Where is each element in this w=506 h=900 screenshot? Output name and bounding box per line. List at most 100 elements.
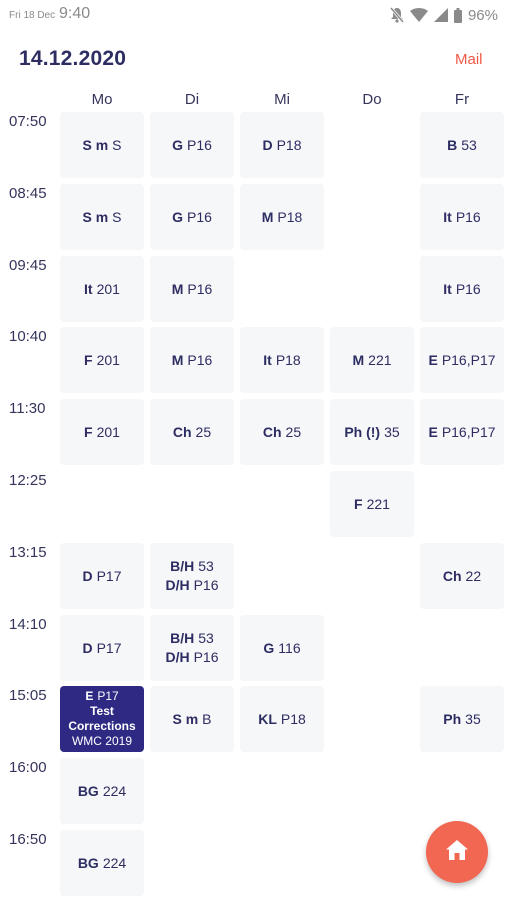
lesson-cell[interactable]: BG 224 [60, 758, 144, 824]
lesson-line: M 221 [352, 351, 391, 370]
status-bar: Fri 18 Dec 9:40 96% [0, 0, 506, 30]
day-header-di: Di [184, 91, 200, 108]
lesson-subject: F [354, 495, 363, 512]
lesson-subject: E [85, 689, 94, 703]
lesson-subject: KL [258, 710, 277, 727]
lesson-cell[interactable]: S mS [60, 112, 144, 178]
lesson-line: Ch 22 [443, 567, 481, 586]
lesson-room: P16 [455, 280, 481, 297]
time-label: 11:30 [9, 400, 46, 417]
day-header-mi: Mi [274, 91, 290, 108]
lesson-cell[interactable]: Ch 22 [420, 543, 504, 609]
lesson-cell[interactable]: E P16,P17 [420, 399, 504, 465]
time-label: 09:45 [9, 257, 47, 274]
lesson-line: F 201 [84, 423, 120, 442]
lesson-cell[interactable]: Ph (!) 35 [330, 399, 414, 465]
lesson-room: P16 [193, 577, 219, 593]
lesson-subject: It [84, 280, 93, 297]
lesson-cell[interactable]: Ch 25 [150, 399, 234, 465]
lesson-cell[interactable]: It P16 [420, 256, 504, 322]
lesson-cell[interactable]: F 221 [330, 471, 414, 537]
lesson-subject: F [84, 351, 93, 368]
lesson-room: P16,P17 [441, 423, 496, 440]
lesson-cell[interactable]: D P18 [240, 112, 324, 178]
lesson-room: 25 [285, 423, 302, 440]
lesson-room: 221 [366, 495, 390, 512]
battery-percent: 96% [467, 6, 498, 24]
mail-link[interactable]: Mail [455, 51, 483, 68]
lesson-line: G P16 [172, 136, 212, 155]
lesson-cell[interactable]: Ph 35 [420, 686, 504, 752]
lesson-line: D/H P16 [165, 648, 218, 667]
lesson-cell[interactable]: B 53 [420, 112, 504, 178]
lesson-subject: M [261, 208, 274, 225]
lesson-cell[interactable]: It P16 [420, 184, 504, 250]
lesson-cell[interactable]: M P18 [240, 184, 324, 250]
lesson-subject: D [262, 136, 273, 153]
lesson-line: Ch 25 [263, 423, 301, 442]
lesson-line: It 201 [84, 280, 120, 299]
lesson-cell[interactable]: S mS [60, 184, 144, 250]
lesson-room: P16,P17 [441, 351, 496, 368]
time-label: 16:50 [9, 831, 47, 848]
lesson-cell[interactable]: G P16 [150, 112, 234, 178]
lesson-extra: WMC 2019 [71, 734, 133, 748]
lesson-line: D P17 [82, 567, 121, 586]
status-date: Fri 18 Dec [9, 10, 56, 21]
lesson-cell[interactable]: M P16 [150, 256, 234, 322]
lesson-subject: S m [82, 208, 109, 225]
lesson-line: M P16 [172, 280, 213, 299]
lesson-cell[interactable]: Ch 25 [240, 399, 324, 465]
lesson-room: P17 [96, 567, 122, 584]
lesson-cell[interactable]: G 116 [240, 615, 324, 681]
status-time: 9:40 [59, 5, 91, 22]
lesson-cell[interactable]: F 201 [60, 327, 144, 393]
lesson-room: 201 [96, 351, 120, 368]
lesson-subject: D [82, 567, 93, 584]
status-icons: 96% [389, 5, 498, 25]
time-label: 16:00 [9, 759, 47, 776]
lesson-cell[interactable]: B/H 53 D/H P16 [150, 615, 234, 681]
lesson-cell[interactable]: M P16 [150, 327, 234, 393]
day-header-fr: Fr [454, 91, 470, 108]
lesson-cell[interactable]: KL P18 [240, 686, 324, 752]
lesson-room: 53 [198, 558, 214, 574]
lesson-subject: Ch [172, 423, 192, 440]
time-label: 10:40 [9, 328, 47, 345]
lesson-line: D P18 [262, 136, 301, 155]
lesson-note: Corrections [68, 719, 136, 733]
lesson-subject: B/H [170, 630, 195, 646]
lesson-room: 201 [96, 423, 120, 440]
lesson-cell[interactable]: D P17 [60, 615, 144, 681]
lesson-room: B [202, 710, 212, 727]
lesson-cell[interactable]: S mB [150, 686, 234, 752]
lesson-subject: Ph [443, 710, 462, 727]
home-button[interactable] [426, 821, 488, 883]
lesson-line: BG 224 [78, 782, 126, 801]
lesson-cell[interactable]: B/H 53 D/H P16 [150, 543, 234, 609]
lesson-subject: D/H [165, 577, 190, 593]
lesson-room: 116 [278, 639, 301, 656]
lesson-cell[interactable]: It P18 [240, 327, 324, 393]
lesson-subject: M [352, 351, 365, 368]
day-header-mo: Mo [91, 91, 113, 108]
lesson-line: E P16,P17 [428, 351, 495, 370]
lesson-cell[interactable]: D P17 [60, 543, 144, 609]
lesson-cell[interactable]: It 201 [60, 256, 144, 322]
lesson-room: P17 [96, 639, 122, 656]
lesson-line: S mS [82, 208, 121, 227]
lesson-line: KL P18 [258, 710, 306, 729]
lesson-cell[interactable]: M 221 [330, 327, 414, 393]
lesson-line: M P18 [262, 208, 303, 227]
lesson-subject: E [428, 423, 438, 440]
lesson-subject: G [172, 208, 183, 225]
lesson-cell[interactable]: BG 224 [60, 830, 144, 896]
lesson-cell[interactable]: G P16 [150, 184, 234, 250]
day-header-row: Mo Di Mi Do Fr [0, 91, 506, 111]
lesson-room: P16 [187, 280, 213, 297]
lesson-cell[interactable]: E P16,P17 [420, 327, 504, 393]
lesson-subject: Ch [442, 567, 462, 584]
lesson-cell[interactable]: F 201 [60, 399, 144, 465]
lesson-line: D/H P16 [165, 576, 218, 595]
lesson-cell-highlighted[interactable]: E P17 Test Corrections WMC 2019 [60, 686, 144, 752]
